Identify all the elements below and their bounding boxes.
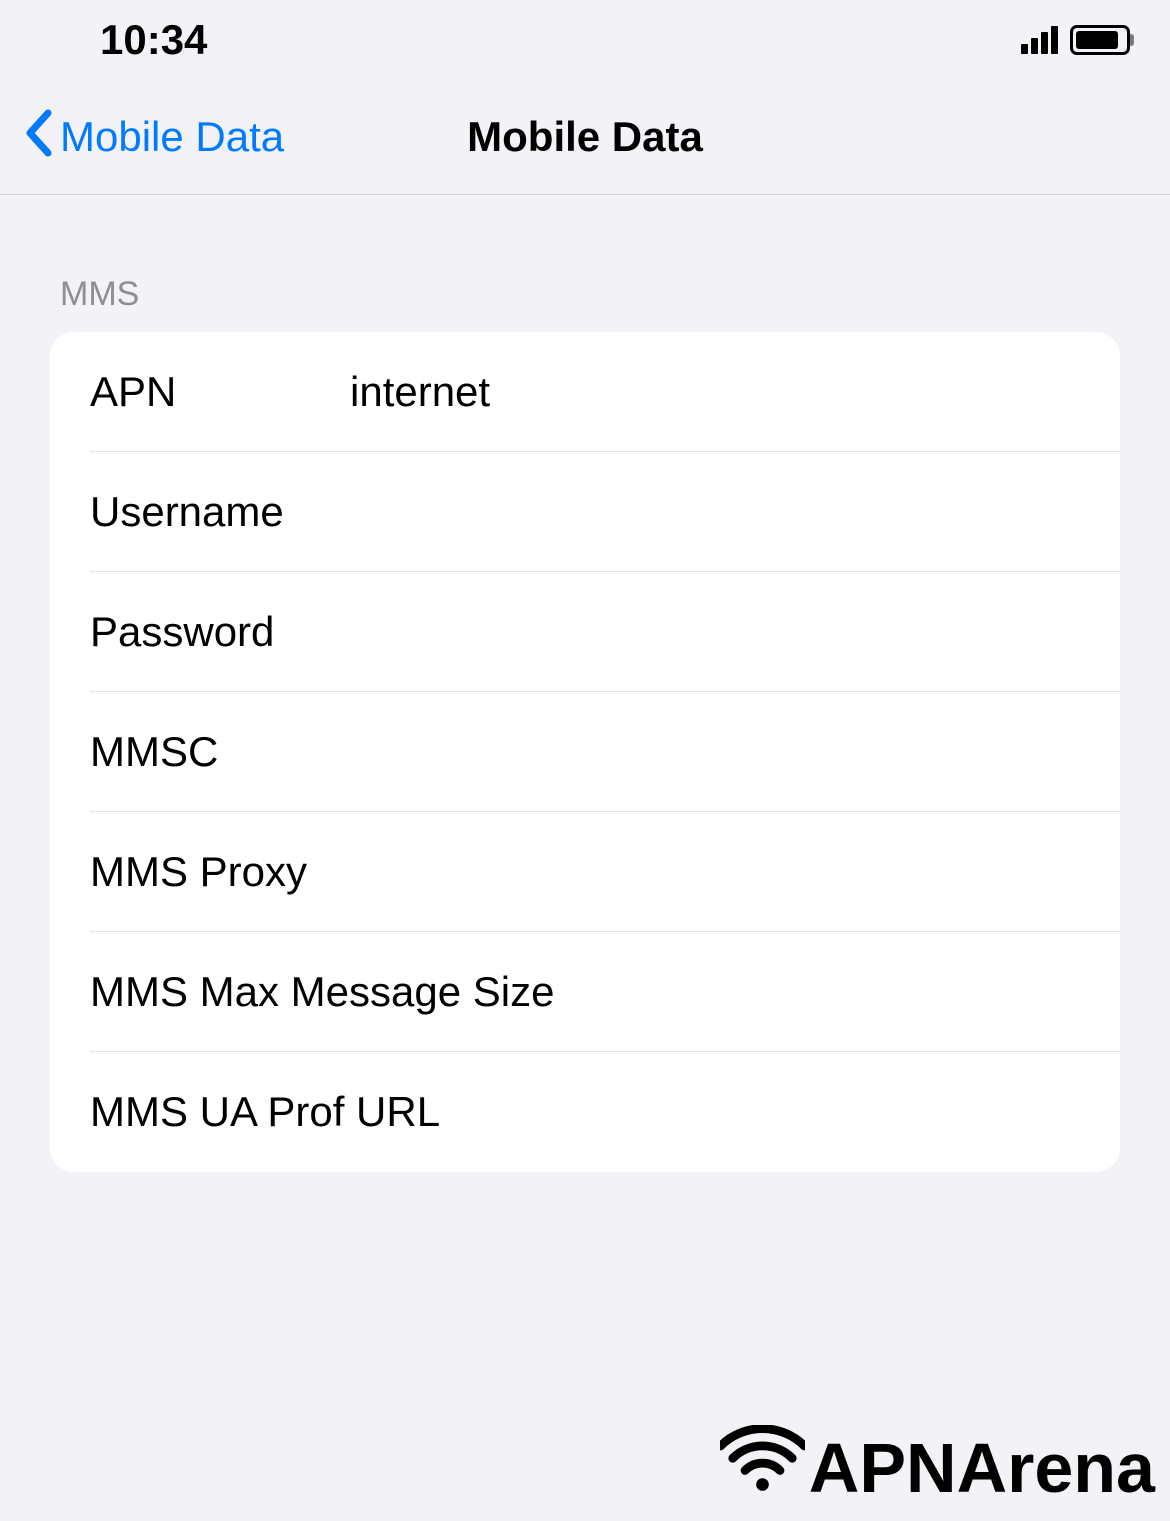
mmsc-row[interactable]: MMSC: [90, 692, 1120, 812]
mms-ua-prof-input[interactable]: [440, 1088, 1120, 1136]
wifi-icon: [720, 1425, 805, 1511]
section-header-mms: MMS: [0, 195, 1170, 332]
back-button[interactable]: Mobile Data: [24, 109, 284, 166]
username-input[interactable]: [350, 488, 1120, 536]
status-right: [1021, 25, 1130, 55]
mms-max-size-row[interactable]: MMS Max Message Size: [90, 932, 1120, 1052]
username-label: Username: [90, 488, 350, 536]
mmsc-input[interactable]: [350, 728, 1120, 776]
mms-proxy-row[interactable]: MMS Proxy: [90, 812, 1120, 932]
apn-row[interactable]: APN: [90, 332, 1120, 452]
mmsc-label: MMSC: [90, 728, 350, 776]
password-label: Password: [90, 608, 350, 656]
mms-max-size-label: MMS Max Message Size: [90, 968, 554, 1016]
watermark-bottom: APNArena: [720, 1425, 1155, 1511]
back-label: Mobile Data: [60, 113, 284, 161]
password-row[interactable]: Password: [90, 572, 1120, 692]
mms-settings-group: APN Username Password MMSC MMS Proxy MMS…: [50, 332, 1120, 1172]
mms-proxy-input[interactable]: [350, 848, 1120, 896]
mms-ua-prof-label: MMS UA Prof URL: [90, 1088, 440, 1136]
cellular-signal-icon: [1021, 26, 1058, 54]
page-title: Mobile Data: [467, 113, 703, 161]
apn-input[interactable]: [350, 368, 1120, 416]
status-bar: 10:34: [0, 0, 1170, 80]
chevron-left-icon: [24, 109, 52, 166]
apn-label: APN: [90, 368, 350, 416]
mms-ua-prof-row[interactable]: MMS UA Prof URL: [90, 1052, 1120, 1172]
username-row[interactable]: Username: [90, 452, 1120, 572]
password-input[interactable]: [350, 608, 1120, 656]
navigation-bar: Mobile Data Mobile Data: [0, 80, 1170, 195]
status-time: 10:34: [100, 16, 207, 64]
mms-max-size-input[interactable]: [554, 968, 1120, 1016]
mms-proxy-label: MMS Proxy: [90, 848, 350, 896]
battery-icon: [1070, 25, 1130, 55]
